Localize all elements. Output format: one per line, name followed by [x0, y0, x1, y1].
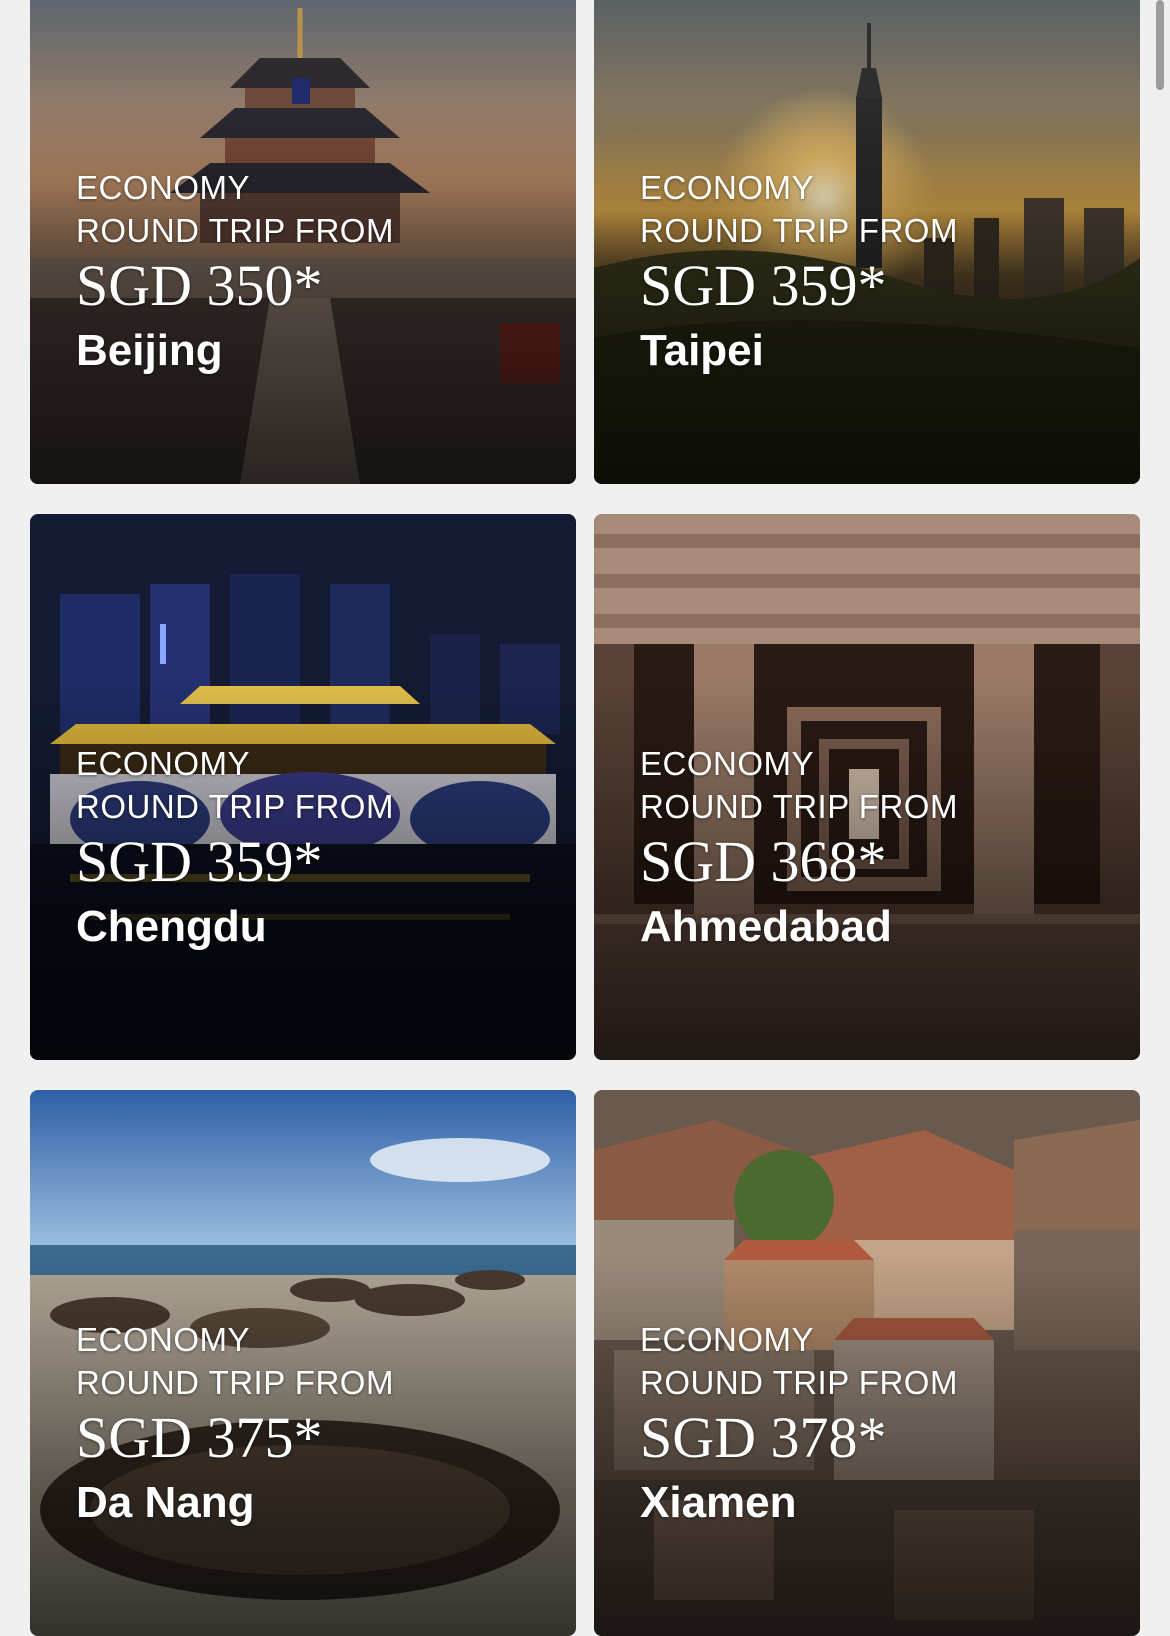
card-text: ECONOMY ROUND TRIP FROM SGD 375* Da Nang [76, 1318, 394, 1532]
cabin-class: ECONOMY [640, 1321, 815, 1358]
fare-price: SGD 378* [640, 1405, 887, 1470]
fare-price: SGD 359* [76, 829, 323, 894]
destination-card-ahmedabad[interactable]: ECONOMY ROUND TRIP FROM SGD 368* Ahmedab… [594, 514, 1140, 1060]
destination-city: Beijing [76, 326, 223, 375]
destination-card-da-nang[interactable]: ECONOMY ROUND TRIP FROM SGD 375* Da Nang [30, 1090, 576, 1636]
destination-card-beijing[interactable]: ECONOMY ROUND TRIP FROM SGD 350* Beijing [30, 0, 576, 484]
scrollbar[interactable] [1156, 0, 1164, 90]
fare-price: SGD 350* [76, 253, 323, 318]
destination-city: Da Nang [76, 1478, 255, 1527]
cabin-class: ECONOMY [76, 169, 251, 206]
destination-card-chengdu[interactable]: ECONOMY ROUND TRIP FROM SGD 359* Chengdu [30, 514, 576, 1060]
card-text: ECONOMY ROUND TRIP FROM SGD 359* Taipei [640, 166, 958, 380]
trip-type: ROUND TRIP FROM [640, 212, 958, 249]
card-text: ECONOMY ROUND TRIP FROM SGD 378* Xiamen [640, 1318, 958, 1532]
destination-card-taipei[interactable]: ECONOMY ROUND TRIP FROM SGD 359* Taipei [594, 0, 1140, 484]
cabin-class: ECONOMY [76, 745, 251, 782]
card-text: ECONOMY ROUND TRIP FROM SGD 350* Beijing [76, 166, 394, 380]
card-text: ECONOMY ROUND TRIP FROM SGD 368* Ahmedab… [640, 742, 958, 956]
destination-city: Xiamen [640, 1478, 797, 1527]
fare-price: SGD 375* [76, 1405, 323, 1470]
fare-price: SGD 368* [640, 829, 887, 894]
trip-type: ROUND TRIP FROM [640, 788, 958, 825]
destination-city: Ahmedabad [640, 902, 892, 951]
trip-type: ROUND TRIP FROM [640, 1364, 958, 1401]
trip-type: ROUND TRIP FROM [76, 1364, 394, 1401]
cabin-class: ECONOMY [640, 745, 815, 782]
cabin-class: ECONOMY [640, 169, 815, 206]
destination-card-xiamen[interactable]: ECONOMY ROUND TRIP FROM SGD 378* Xiamen [594, 1090, 1140, 1636]
cabin-class: ECONOMY [76, 1321, 251, 1358]
destination-city: Taipei [640, 326, 764, 375]
fare-price: SGD 359* [640, 253, 887, 318]
destination-city: Chengdu [76, 902, 267, 951]
card-text: ECONOMY ROUND TRIP FROM SGD 359* Chengdu [76, 742, 394, 956]
trip-type: ROUND TRIP FROM [76, 788, 394, 825]
trip-type: ROUND TRIP FROM [76, 212, 394, 249]
